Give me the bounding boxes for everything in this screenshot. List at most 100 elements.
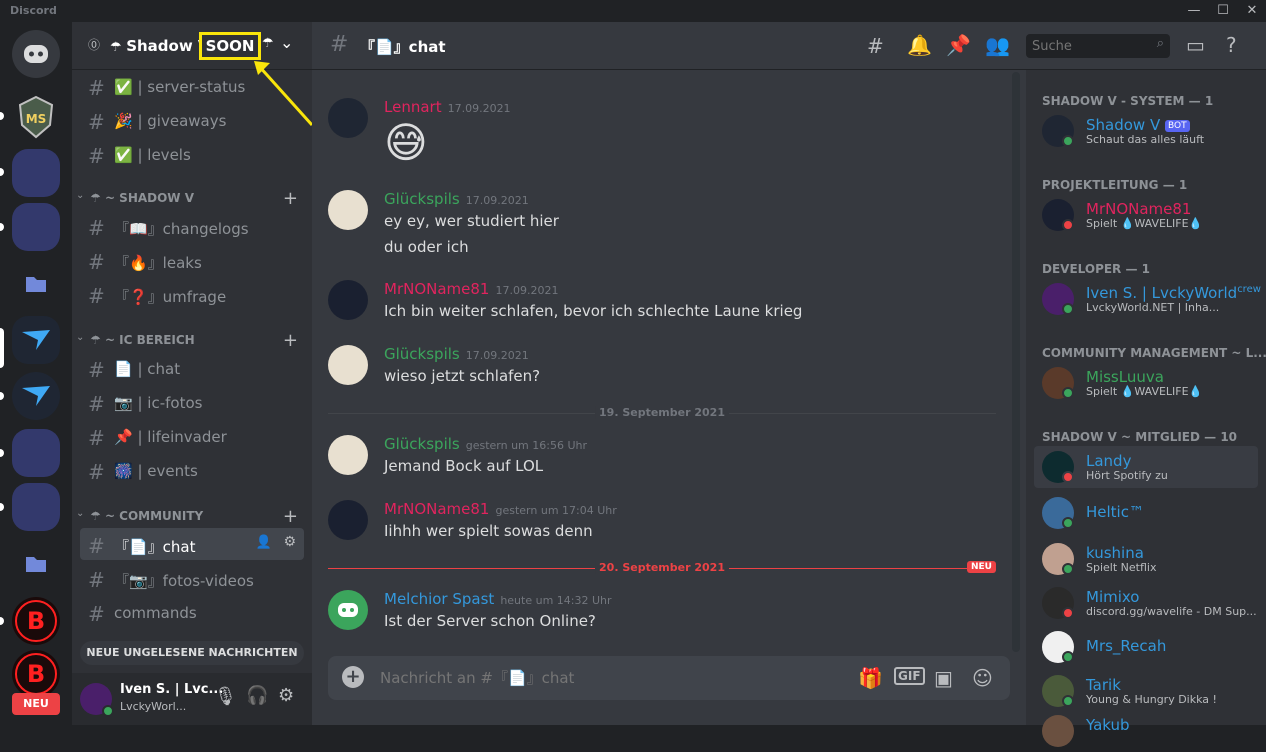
server-icon-shadowv-2[interactable] (12, 372, 60, 420)
add-attachment-icon[interactable]: + (342, 666, 364, 688)
channel-changelogs[interactable]: # 『📖』changelogs (80, 210, 304, 242)
add-channel-icon[interactable]: + (283, 330, 298, 351)
invite-icon[interactable]: 👤 (256, 535, 272, 550)
close-icon[interactable]: ✕ (1238, 2, 1266, 20)
server-folder[interactable] (12, 429, 60, 477)
search-input[interactable] (1026, 34, 1146, 58)
channel-lifeinvader[interactable]: # 📌 | lifeinvader (80, 420, 304, 452)
server-folder[interactable] (12, 483, 60, 531)
message-avatar[interactable] (328, 98, 368, 138)
channel-events[interactable]: # 🎆 | events (80, 454, 304, 486)
message-text: Jemand Bock auf LOL (384, 457, 544, 475)
channel-ic-chat[interactable]: # 📄 | chat (80, 352, 304, 384)
add-channel-icon[interactable]: + (283, 188, 298, 209)
message-avatar[interactable] (328, 280, 368, 320)
message-author[interactable]: Melchior Spast heute um 14:32 Uhr (384, 590, 612, 608)
gif-icon[interactable]: GIF (894, 667, 925, 685)
server-icon-shadowv[interactable] (12, 316, 60, 364)
unread-pill (0, 168, 4, 176)
channel-leaks[interactable]: # 『🔥』leaks (80, 244, 304, 276)
member-item[interactable]: Yakub (1034, 710, 1258, 752)
message-avatar[interactable] (328, 435, 368, 475)
hash-icon: # (88, 460, 105, 484)
hash-icon: # (88, 284, 105, 308)
member-status: Schaut das alles läuft (1086, 133, 1205, 146)
server-folder[interactable] (12, 149, 60, 197)
channel-server-status[interactable]: # ✅ | server-status (80, 70, 304, 102)
message-author[interactable]: Glückspils gestern um 16:56 Uhr (384, 435, 587, 453)
channel-label: | events (137, 462, 198, 480)
server-icon-b-2[interactable]: B (12, 650, 60, 698)
gear-icon[interactable]: ⚙ (283, 534, 296, 550)
chevron-down-icon[interactable]: ⌄ (280, 33, 293, 52)
sticker-icon[interactable]: ▣ (934, 666, 953, 690)
message-author[interactable]: Lennart 17.09.2021 (384, 98, 511, 116)
server-folder[interactable] (12, 203, 60, 251)
category-ic-bereich[interactable]: ⌄ ☂ ~ IC BEREICH + (76, 330, 304, 351)
category-community[interactable]: ⌄ ☂ ~ COMMUNITY + (76, 506, 304, 527)
member-item[interactable]: Heltic™ (1034, 492, 1258, 534)
unread-pill (0, 223, 4, 231)
member-item[interactable]: Shadow V BOT Schaut das alles läuft (1034, 110, 1258, 152)
member-item[interactable]: Landy Hört Spotify zu (1034, 446, 1258, 488)
search-box[interactable]: ⌕ (1026, 34, 1170, 58)
server-boost-icon: ⓪ (88, 38, 101, 52)
bell-icon[interactable]: 🔔 (907, 33, 932, 57)
new-unread-messages-button[interactable]: NEUE UNGELESENE NACHRICHTEN (80, 641, 304, 665)
message-avatar[interactable] (328, 345, 368, 385)
channel-levels[interactable]: # ✅ | levels (80, 138, 304, 170)
channel-commands[interactable]: # commands (80, 596, 304, 628)
search-icon: ⌕ (1156, 36, 1164, 51)
channel-label: 『❓』umfrage (114, 288, 227, 306)
member-item[interactable]: MrNOName81 Spielt 💧WAVELIFE💧 (1034, 194, 1258, 236)
home-button[interactable] (12, 30, 60, 78)
channel-giveaways[interactable]: # 🎉 | giveaways (80, 104, 304, 136)
channel-umfrage[interactable]: # 『❓』umfrage (80, 278, 304, 310)
channel-ic-fotos[interactable]: # 📷 | ic-fotos (80, 386, 304, 418)
member-item[interactable]: kushina Spielt Netflix (1034, 538, 1258, 580)
message-author[interactable]: Glückspils 17.09.2021 (384, 345, 529, 363)
message-avatar[interactable] (328, 590, 368, 630)
inbox-icon[interactable]: ▭ (1186, 33, 1205, 57)
members-icon[interactable]: 👥 (985, 33, 1010, 57)
message-author[interactable]: Glückspils 17.09.2021 (384, 190, 529, 208)
category-label: ☂ ~ SHADOW V (90, 191, 195, 205)
gear-icon[interactable]: ⚙ (278, 685, 294, 706)
online-status-dot (1062, 695, 1074, 707)
message-avatar[interactable] (328, 500, 368, 540)
server-icon-b[interactable]: B (12, 597, 60, 645)
emoji-icon[interactable]: ☺ (972, 666, 993, 690)
headphones-icon[interactable]: 🎧 (246, 685, 268, 706)
server-folder-icon[interactable] (12, 540, 60, 588)
maximize-icon[interactable]: ☐ (1209, 2, 1237, 20)
svg-text:B: B (27, 660, 45, 688)
member-name-sup: crew (1237, 284, 1261, 295)
member-item[interactable]: MissLuuva Spielt 💧WAVELIFE💧 (1034, 362, 1258, 404)
scrollbar[interactable] (1012, 72, 1020, 652)
add-channel-icon[interactable]: + (283, 506, 298, 527)
server-rail: MS B B NEU (0, 22, 72, 725)
online-status-dot (1062, 387, 1074, 399)
minimize-icon[interactable]: — (1180, 2, 1208, 20)
member-item[interactable]: Tarik Young & Hungry Dikka ! (1034, 670, 1258, 712)
member-item[interactable]: Mimixo discord.gg/wavelife - DM Sup... (1034, 582, 1258, 624)
microphone-icon[interactable]: 🎙 (214, 686, 237, 707)
message-avatar[interactable] (328, 190, 368, 230)
gift-icon[interactable]: 🎁 (858, 666, 883, 690)
message-author[interactable]: MrNOName81 gestern um 17:04 Uhr (384, 500, 617, 518)
server-icon-ms[interactable]: MS (12, 93, 60, 141)
help-icon[interactable]: ? (1226, 33, 1237, 57)
server-name: ☂ Shadow V (110, 37, 210, 55)
b-logo-icon: B (15, 600, 57, 642)
message-input[interactable] (380, 666, 840, 690)
member-item[interactable]: Iven S. | LvckyWorldcrew LvckyWorld.NET … (1034, 278, 1261, 320)
server-folder-icon[interactable] (12, 260, 60, 308)
category-shadow-v[interactable]: ⌄ ☂ ~ SHADOW V + (76, 188, 304, 209)
channel-chat-active[interactable]: # 『📄』chat 👤 ⚙ (80, 528, 304, 560)
message-author[interactable]: MrNOName81 17.09.2021 (384, 280, 558, 298)
channel-fotos-videos[interactable]: # 『📷』fotos-videos (80, 562, 304, 594)
pin-icon[interactable]: 📌 (946, 33, 971, 57)
member-item[interactable]: Mrs_Recah (1034, 626, 1258, 668)
threads-icon[interactable]: # (867, 34, 884, 58)
channel-label: | chat (137, 360, 181, 378)
